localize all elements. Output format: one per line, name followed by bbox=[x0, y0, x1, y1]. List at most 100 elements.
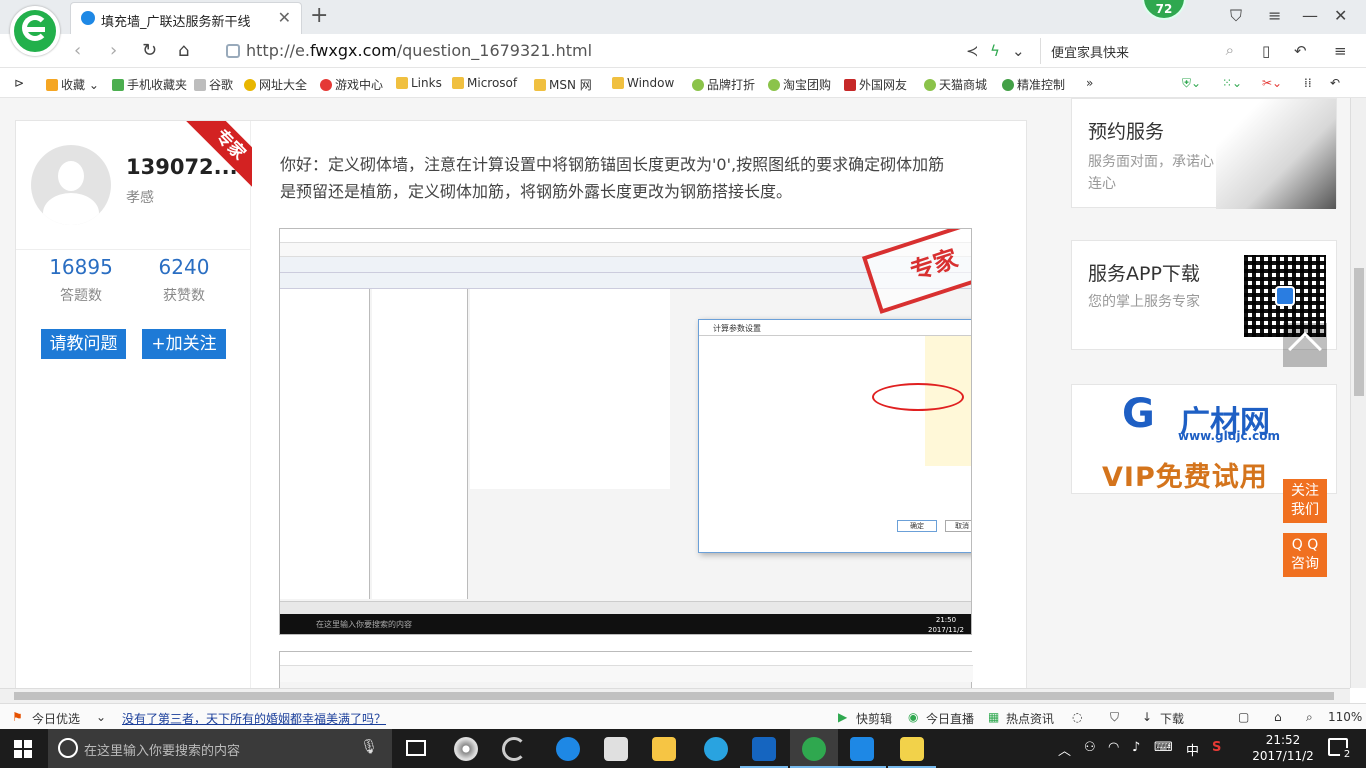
taskbar-app-fan[interactable] bbox=[442, 729, 490, 768]
taskbar-app-store[interactable] bbox=[592, 729, 640, 768]
reload-icon[interactable]: ↻ bbox=[142, 40, 157, 61]
bookmark-item[interactable]: 收藏 ⌄ bbox=[46, 76, 99, 93]
qq-consult-button[interactable]: Q Q 咨询 bbox=[1283, 533, 1327, 577]
window-icon[interactable]: ▢ bbox=[1238, 710, 1249, 724]
chevron-down-icon[interactable]: ⌄ bbox=[1012, 42, 1025, 60]
tab-close-icon[interactable]: ✕ bbox=[278, 8, 291, 27]
search-box[interactable]: 便宜家具快来 ⌕ bbox=[1040, 38, 1240, 64]
ime-indicator[interactable]: 中 bbox=[1186, 740, 1199, 759]
bookmark-folder[interactable]: Window bbox=[612, 76, 674, 90]
bookmark-item[interactable]: 品牌打折 bbox=[692, 76, 755, 93]
clip-icon[interactable]: ▶ bbox=[838, 710, 847, 724]
scissors-icon[interactable]: ✂⌄ bbox=[1262, 76, 1282, 90]
taskbar-clock[interactable]: 21:52 2017/11/2 bbox=[1248, 732, 1318, 764]
search-query[interactable]: 便宜家具快来 bbox=[1051, 42, 1129, 61]
live-link[interactable]: 今日直播 bbox=[926, 710, 974, 727]
shield-icon[interactable]: ⛨⌄ bbox=[1182, 76, 1201, 91]
undo-icon[interactable]: ↶ bbox=[1330, 76, 1340, 90]
download-link[interactable]: 下载 bbox=[1160, 710, 1184, 727]
taskbar-app-explorer[interactable] bbox=[640, 729, 688, 768]
taskbar-app-edge[interactable] bbox=[544, 729, 592, 768]
headline-link[interactable]: 没有了第三者，天下所有的婚姻都幸福美满了吗？ bbox=[122, 710, 386, 727]
forward-icon[interactable]: › bbox=[110, 40, 117, 61]
follow-us-button[interactable]: 关注 我们 bbox=[1283, 479, 1327, 523]
taskbar-app-notes[interactable] bbox=[888, 729, 936, 768]
answer-screenshot-image-2[interactable] bbox=[279, 651, 973, 688]
taskbar-app-ie[interactable] bbox=[692, 729, 740, 768]
browser-logo-icon[interactable] bbox=[10, 6, 60, 56]
bookmark-item[interactable]: 谷歌 bbox=[194, 76, 233, 93]
new-tab-button[interactable]: + bbox=[310, 3, 328, 28]
vertical-scrollbar[interactable] bbox=[1350, 98, 1366, 688]
microphone-icon[interactable]: 🎙 bbox=[360, 739, 378, 755]
share-icon[interactable]: ≺ bbox=[966, 42, 979, 60]
news-link[interactable]: 热点资讯 bbox=[1006, 710, 1054, 727]
bookmark-item[interactable]: 天猫商城 bbox=[924, 76, 987, 93]
download-icon[interactable]: ↓ bbox=[1142, 710, 1152, 724]
chevron-down-icon[interactable]: ⌄ bbox=[96, 710, 106, 724]
bookmark-item[interactable]: 手机收藏夹 bbox=[112, 76, 187, 93]
apps-icon[interactable]: ⁞⁞ bbox=[1304, 76, 1312, 90]
bookmark-more[interactable]: » bbox=[1086, 76, 1093, 90]
search-icon[interactable]: ⌕ bbox=[1226, 41, 1234, 59]
bookmark-item[interactable]: 精准控制 bbox=[1002, 76, 1065, 93]
speed-icon[interactable]: ◌ bbox=[1072, 710, 1082, 724]
taskbar-app-glodon[interactable] bbox=[490, 729, 538, 768]
gift-icon[interactable]: ⚑ bbox=[12, 710, 23, 724]
security-score-badge[interactable]: 72 bbox=[1142, 0, 1186, 20]
taskbar-app-360browser[interactable] bbox=[790, 729, 838, 768]
task-view-button[interactable] bbox=[394, 729, 442, 768]
close-window-icon[interactable]: ✕ bbox=[1334, 6, 1347, 25]
action-center-icon[interactable]: 2 bbox=[1328, 738, 1354, 762]
minimize-icon[interactable]: — bbox=[1302, 6, 1318, 25]
answer-screenshot-image[interactable]: 计算参数设置 确定 取消 专家 在这里输入你要搜索的内容 21:50 2017/1… bbox=[279, 228, 972, 635]
shirt-icon[interactable]: ⛉ bbox=[1230, 6, 1242, 26]
wifi-icon[interactable]: ◠ bbox=[1108, 740, 1119, 755]
live-icon[interactable]: ◉ bbox=[908, 710, 918, 724]
page-info-icon[interactable] bbox=[226, 44, 240, 58]
bookmark-folder[interactable]: Microsof bbox=[452, 76, 517, 90]
bookmark-item[interactable]: 淘宝团购 bbox=[768, 76, 831, 93]
grid-icon[interactable]: ⁙⌄ bbox=[1222, 76, 1242, 90]
taskbar-app-gtj[interactable] bbox=[740, 729, 788, 768]
more-icon[interactable]: ≡ bbox=[1334, 42, 1347, 60]
today-picks[interactable]: 今日优选 bbox=[32, 710, 80, 727]
menu-icon[interactable]: ≡ bbox=[1268, 6, 1281, 25]
undo-icon[interactable]: ↶ bbox=[1294, 42, 1307, 60]
scroll-thumb[interactable] bbox=[14, 692, 1334, 700]
bookmark-folder[interactable]: MSN 网 bbox=[534, 76, 592, 93]
zoom-icon[interactable]: ⌕ bbox=[1306, 710, 1313, 725]
taskbar-app-cross[interactable] bbox=[838, 729, 886, 768]
news-icon[interactable]: ▦ bbox=[988, 710, 999, 724]
trash-icon[interactable]: ⌂ bbox=[1274, 710, 1282, 724]
scroll-thumb[interactable] bbox=[1354, 268, 1364, 396]
kuaijianji-link[interactable]: 快剪辑 bbox=[856, 710, 892, 727]
avatar[interactable] bbox=[31, 145, 111, 225]
back-to-top-button[interactable] bbox=[1283, 323, 1327, 367]
tray-person-icon[interactable]: ⚇ bbox=[1084, 740, 1096, 755]
active-tab[interactable]: 填充墙_广联达服务新干线 ✕ bbox=[70, 2, 302, 34]
mobile-icon[interactable]: ▯ bbox=[1262, 42, 1270, 60]
ask-question-button[interactable]: 请教问题 bbox=[41, 329, 126, 359]
horizontal-scrollbar[interactable] bbox=[0, 688, 1350, 703]
home-icon[interactable]: ⌂ bbox=[178, 40, 189, 61]
taskbar-search[interactable]: 在这里输入你要搜索的内容 🎙 bbox=[48, 729, 392, 768]
bookmark-item[interactable]: 游戏中心 bbox=[320, 76, 383, 93]
volume-icon[interactable]: ♪ bbox=[1132, 740, 1140, 755]
shield-icon[interactable]: ⛉ bbox=[1110, 710, 1119, 725]
keyboard-icon[interactable]: ⌨ bbox=[1154, 740, 1173, 755]
sogou-icon[interactable]: S bbox=[1212, 740, 1221, 755]
bookmark-folder[interactable]: Links bbox=[396, 76, 442, 90]
start-button[interactable] bbox=[14, 740, 32, 758]
lightning-icon[interactable]: ϟ bbox=[990, 42, 1000, 60]
ad-appointment[interactable]: 预约服务 服务面对面，承诺心连心 bbox=[1071, 98, 1337, 209]
ad-gldjc[interactable]: G 广材网 www.gldjc.com VIP免费试用 bbox=[1071, 384, 1337, 494]
url-field[interactable]: http://e.fwxgx.com/question_1679321.html bbox=[246, 41, 592, 60]
follow-button[interactable]: +加关注 bbox=[142, 329, 226, 359]
tray-expand-icon[interactable]: ︿ bbox=[1058, 740, 1071, 759]
back-icon[interactable]: ‹ bbox=[74, 40, 81, 61]
bookmark-item[interactable]: 外国网友 bbox=[844, 76, 907, 93]
sidebar-toggle-icon[interactable]: ⊳ bbox=[14, 76, 24, 90]
zoom-level[interactable]: 110% bbox=[1328, 710, 1362, 724]
bookmark-item[interactable]: 网址大全 bbox=[244, 76, 307, 93]
